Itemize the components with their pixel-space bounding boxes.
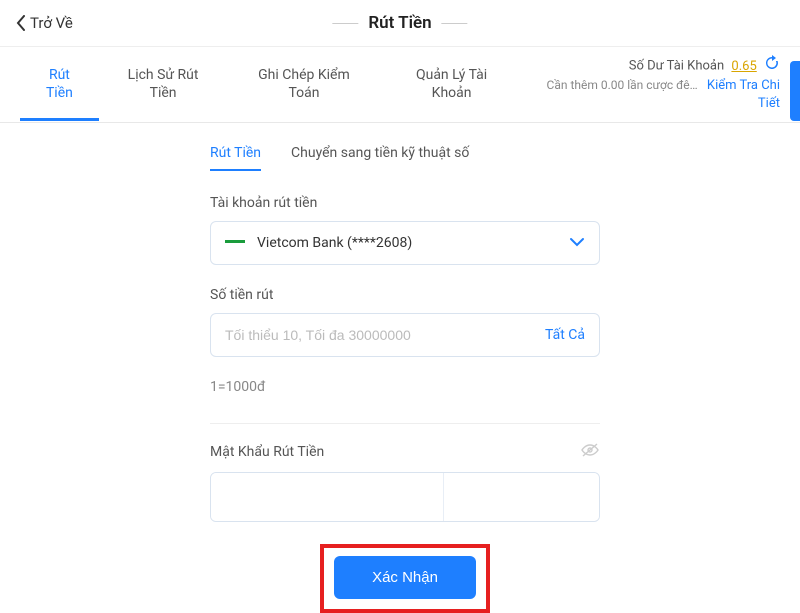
- refresh-icon[interactable]: [764, 55, 780, 77]
- tab-audit[interactable]: Ghi Chép Kiểm Toán: [227, 48, 380, 121]
- confirm-button[interactable]: Xác Nhận: [334, 556, 476, 599]
- pin-box-1[interactable]: [211, 473, 444, 521]
- bank-icon: [225, 236, 247, 250]
- main-tabs: Rút Tiền Lịch Sử Rút Tiền Ghi Chép Kiểm …: [0, 47, 800, 123]
- submit-wrap: Xác Nhận: [210, 544, 600, 613]
- password-label: Mật Khẩu Rút Tiền: [210, 444, 324, 460]
- chevron-left-icon: [16, 15, 26, 31]
- back-button[interactable]: Trở Về: [16, 14, 73, 32]
- page-title: Rút Tiền: [322, 13, 477, 33]
- back-label: Trở Về: [30, 14, 73, 32]
- eye-off-icon[interactable]: [580, 442, 600, 462]
- tab-account-mgmt[interactable]: Quản Lý Tài Khoản: [381, 48, 523, 121]
- balance-area: Số Dư Tài Khoản 0.65 Cần thêm 0.00 lần c…: [523, 47, 780, 122]
- side-badge[interactable]: [790, 61, 800, 121]
- account-value: Vietcom Bank (****2608): [257, 235, 569, 251]
- chevron-down-icon: [569, 235, 585, 251]
- amount-group: Số tiền rút Tất Cả: [210, 287, 600, 357]
- tab-withdraw[interactable]: Rút Tiền: [20, 48, 99, 121]
- rate-note: 1=1000đ: [210, 379, 600, 395]
- amount-input-box: Tất Cả: [210, 313, 600, 357]
- balance-note: Cần thêm 0.00 lần cược đê…: [547, 78, 698, 92]
- amount-input[interactable]: [225, 327, 535, 343]
- content: Rút Tiền Chuyển sang tiền kỹ thuật số Tà…: [0, 137, 800, 613]
- balance-label: Số Dư Tài Khoản: [629, 59, 724, 74]
- balance-detail-link[interactable]: Kiểm Tra Chi Tiết: [707, 78, 780, 111]
- subtab-crypto[interactable]: Chuyển sang tiền kỹ thuật số: [291, 137, 469, 171]
- sub-tabs: Rút Tiền Chuyển sang tiền kỹ thuật số: [210, 137, 600, 171]
- submit-highlight: Xác Nhận: [320, 544, 490, 613]
- account-label: Tài khoản rút tiền: [210, 195, 600, 211]
- pin-boxes: [210, 472, 600, 522]
- pin-box-2[interactable]: [444, 473, 600, 521]
- amount-label: Số tiền rút: [210, 287, 600, 303]
- balance-value[interactable]: 0.65: [731, 59, 756, 74]
- subtab-withdraw[interactable]: Rút Tiền: [210, 137, 261, 171]
- account-group: Tài khoản rút tiền Vietcom Bank (****260…: [210, 195, 600, 265]
- divider: [210, 423, 600, 424]
- all-button[interactable]: Tất Cả: [545, 327, 585, 343]
- account-select[interactable]: Vietcom Bank (****2608): [210, 221, 600, 265]
- password-group: Mật Khẩu Rút Tiền: [210, 442, 600, 522]
- page-header: Trở Về Rút Tiền: [0, 0, 800, 47]
- tab-history[interactable]: Lịch Sử Rút Tiền: [99, 48, 228, 121]
